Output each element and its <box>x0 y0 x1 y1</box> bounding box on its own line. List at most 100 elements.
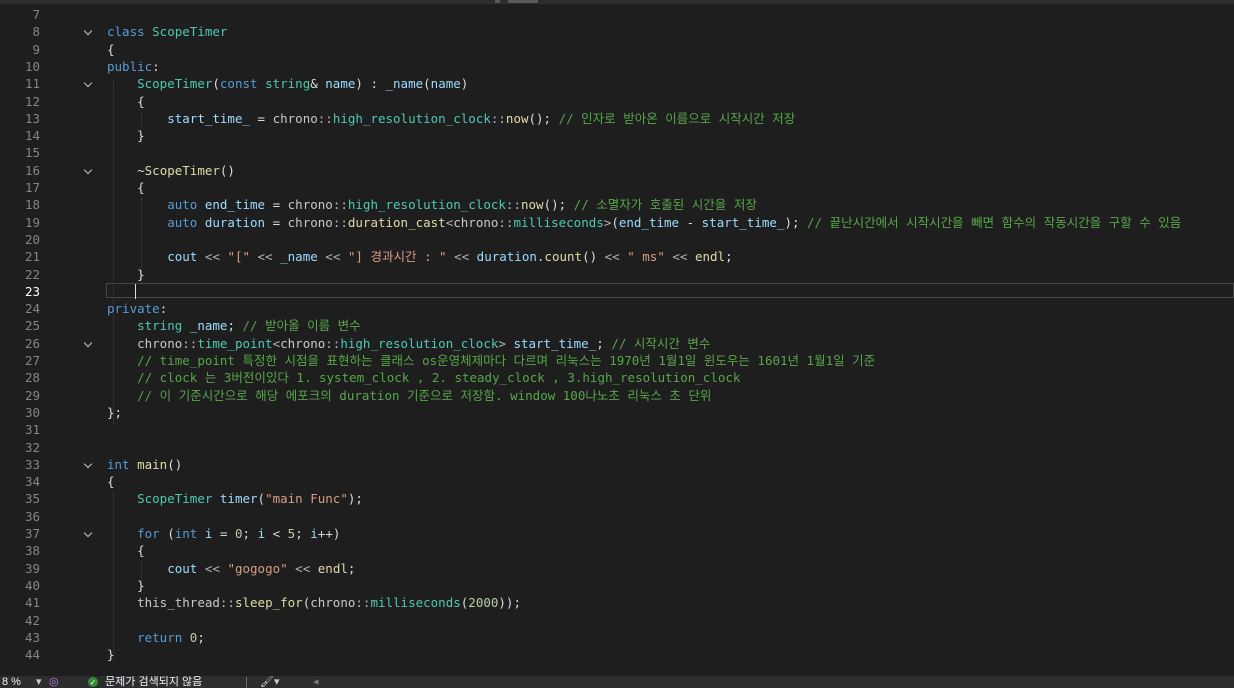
code-line[interactable]: 35 ScopeTimer timer("main Func"); <box>0 490 1234 507</box>
code-line[interactable]: 31 <box>0 421 1234 438</box>
zoom-level[interactable]: 8 % <box>2 676 21 688</box>
line-number: 28 <box>24 370 40 386</box>
code-token: now <box>520 197 544 213</box>
code-line[interactable]: 9{ <box>0 41 1234 58</box>
code-token: < <box>272 335 281 351</box>
code-line[interactable]: 13 start_time_ = chrono::high_resolution… <box>0 110 1234 127</box>
code-line[interactable]: 32 <box>0 439 1234 456</box>
code-token: end_time <box>204 197 266 213</box>
code-line[interactable]: 16 ~ScopeTimer() <box>0 162 1234 179</box>
code-token: } <box>107 128 145 144</box>
code-line[interactable]: 38 { <box>0 542 1234 559</box>
code-token: () <box>219 162 235 178</box>
line-number: 26 <box>24 335 40 351</box>
code-line[interactable]: 25 string _name; // 받아올 이름 변수 <box>0 317 1234 334</box>
code-line[interactable]: 22 } <box>0 266 1234 283</box>
check-circle-icon: ✓ <box>88 677 98 688</box>
code-token: "] 경과시간 : " <box>347 249 447 265</box>
code-token: start_time_ <box>701 214 785 230</box>
current-line-highlight <box>106 282 1234 298</box>
code-token: ( <box>159 526 175 541</box>
code-token: // 이 기준시간으로 해당 에포크의 duration 기준으로 저장함. w… <box>137 387 712 403</box>
code-line[interactable]: 28 // clock 는 3버전이있다 1. system_clock , 2… <box>0 369 1234 386</box>
code-line[interactable]: 11 ScopeTimer(const string& name) : _nam… <box>0 75 1234 92</box>
code-token: int <box>107 456 138 472</box>
code-line[interactable]: 29 // 이 기준시간으로 해당 에포크의 duration 기준으로 저장함… <box>0 387 1234 404</box>
code-token: } <box>107 647 115 663</box>
code-token: :: <box>505 197 521 213</box>
code-line[interactable]: 20 <box>0 231 1234 248</box>
line-number: 16 <box>24 162 40 178</box>
fold-chevron-icon[interactable] <box>83 78 93 88</box>
code-token: )); <box>498 595 521 611</box>
code-line[interactable]: 37 for (int i = 0; i < 5; i++) <box>0 525 1234 542</box>
zoom-dropdown-icon[interactable]: ▾ <box>36 676 42 688</box>
line-number: 44 <box>24 647 40 663</box>
code-line[interactable]: 42 <box>0 612 1234 629</box>
fold-chevron-icon[interactable] <box>83 528 93 538</box>
code-line[interactable]: 39 cout << "gogogo" << endl; <box>0 560 1234 577</box>
line-number: 34 <box>24 474 40 490</box>
code-token: (); <box>543 197 574 213</box>
code-token: chrono <box>272 110 318 126</box>
code-line[interactable]: 27 // time_point 특정한 시점을 표현하는 클래스 os운영체제… <box>0 352 1234 369</box>
code-line[interactable]: 18 auto end_time = chrono::high_resoluti… <box>0 196 1234 213</box>
code-line[interactable]: 21 cout << "[" << _name << "] 경과시간 : " <… <box>0 248 1234 265</box>
code-text: } <box>107 127 145 144</box>
issues-indicator[interactable]: ✓ 문제가 검색되지 않음 <box>88 676 202 688</box>
line-number: 43 <box>24 629 40 645</box>
code-line[interactable]: 19 auto duration = chrono::duration_cast… <box>0 214 1234 231</box>
code-text: ScopeTimer(const string& name) : _name(n… <box>107 75 468 92</box>
code-text: ~ScopeTimer() <box>107 162 235 179</box>
code-token: string <box>265 76 311 92</box>
code-token: { <box>107 93 145 109</box>
code-token: :: <box>325 335 341 351</box>
code-token: const <box>219 76 266 92</box>
code-line[interactable]: 33 int main() <box>0 456 1234 473</box>
code-token: name <box>430 76 461 92</box>
code-line[interactable]: 14 } <box>0 127 1234 144</box>
scroll-left-icon[interactable]: ◂ <box>313 676 319 688</box>
code-line[interactable]: 43 return 0; <box>0 629 1234 646</box>
code-line[interactable]: 34 { <box>0 473 1234 490</box>
line-number: 31 <box>24 422 40 438</box>
line-number: 24 <box>24 301 40 317</box>
fold-chevron-icon[interactable] <box>83 459 93 469</box>
code-token: "[" <box>227 249 251 265</box>
code-line[interactable]: 10 public: <box>0 58 1234 75</box>
fold-chevron-icon[interactable] <box>83 27 93 36</box>
code-token: milliseconds <box>513 214 604 230</box>
code-line[interactable]: 8 class ScopeTimer <box>0 23 1234 40</box>
code-text: // time_point 특정한 시점을 표현하는 클래스 os운영체제마다 … <box>107 352 875 369</box>
code-line[interactable]: 17 { <box>0 179 1234 196</box>
code-token: high_resolution_clock <box>347 197 506 213</box>
code-token: ; <box>596 335 612 351</box>
code-line[interactable]: 12 { <box>0 93 1234 110</box>
code-line[interactable]: 7 <box>0 6 1234 23</box>
cleanup-brush-icon[interactable]: 🖌▾ <box>260 676 280 688</box>
code-token: :: <box>182 335 198 351</box>
copilot-icon[interactable]: ◎ <box>49 676 59 688</box>
code-token: & <box>310 76 326 92</box>
code-line[interactable]: 44} <box>0 646 1234 663</box>
code-text: start_time_ = chrono::high_resolution_cl… <box>107 110 795 127</box>
fold-chevron-icon[interactable] <box>83 165 93 174</box>
code-token: milliseconds <box>370 595 461 611</box>
code-editor[interactable]: 7 8 class ScopeTimer 9{10 public: 11 ScopeTim… <box>0 4 1234 676</box>
code-line[interactable]: 30}; <box>0 404 1234 421</box>
code-token: timer <box>219 491 258 507</box>
code-token: chrono <box>280 335 326 351</box>
code-line[interactable]: 41 this_thread::sleep_for(chrono::millis… <box>0 594 1234 611</box>
code-line[interactable]: 15 <box>0 144 1234 161</box>
code-line[interactable]: 36 <box>0 508 1234 525</box>
code-line[interactable]: 23 <box>0 282 1234 300</box>
code-line[interactable]: 24 private: <box>0 300 1234 317</box>
code-line[interactable]: 26 chrono::time_point<chrono::high_resol… <box>0 335 1234 352</box>
code-token: high_resolution_clock <box>340 335 499 351</box>
fold-chevron-icon[interactable] <box>83 338 93 347</box>
code-token: << <box>317 249 348 265</box>
code-line[interactable]: 40 } <box>0 577 1234 594</box>
